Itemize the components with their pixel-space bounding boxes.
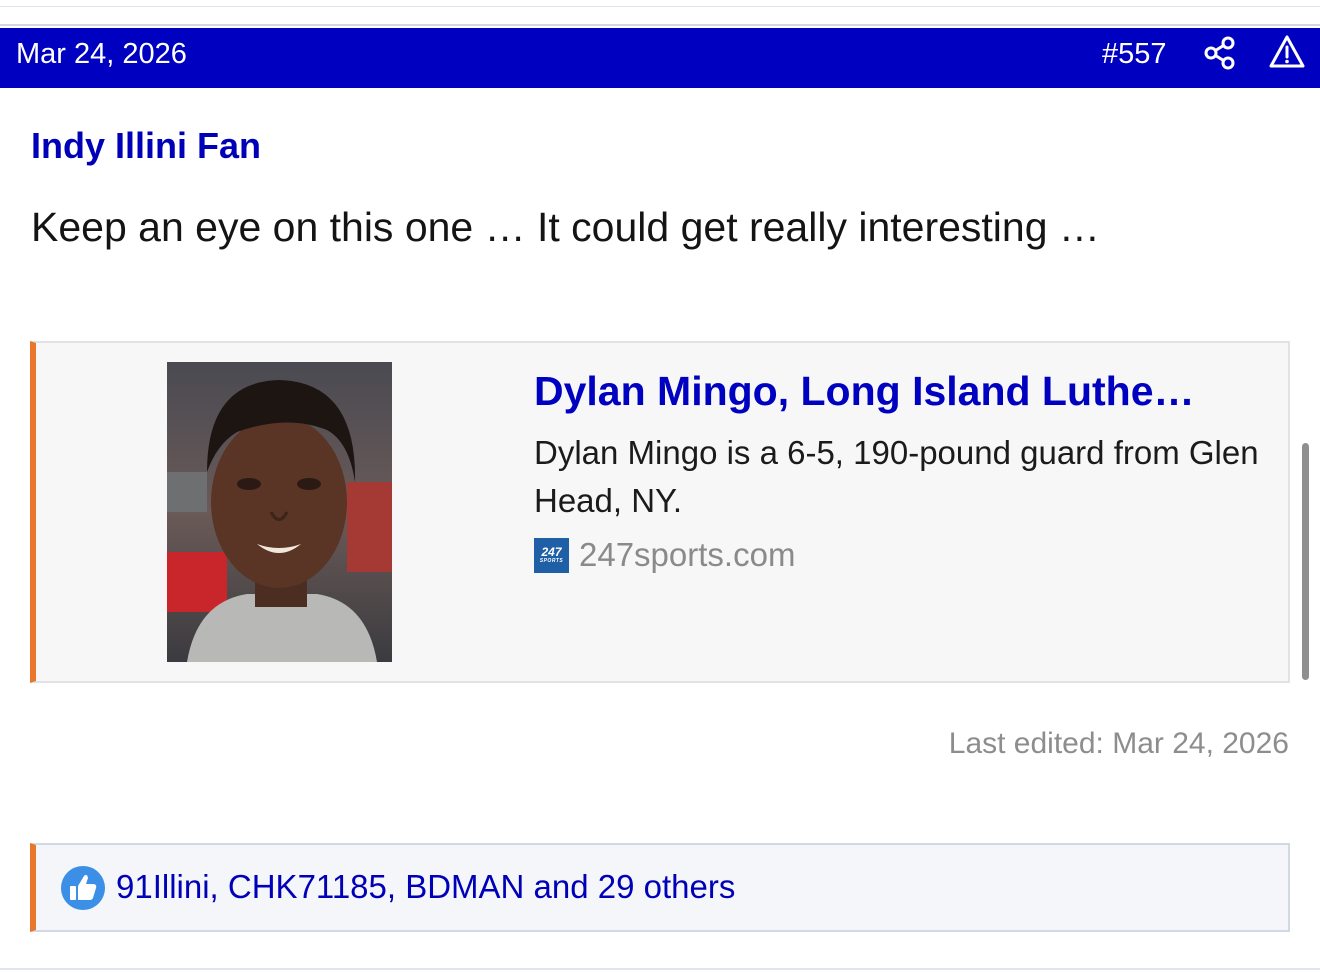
report-warning-icon[interactable] <box>1268 34 1306 70</box>
post-date-link[interactable]: Mar 24, 2026 <box>16 38 187 70</box>
post-header-bar: Mar 24, 2026 #557 <box>0 28 1320 88</box>
divider <box>0 6 1320 7</box>
player-photo[interactable] <box>167 362 392 662</box>
post-number-link[interactable]: #557 <box>1102 38 1167 70</box>
preview-title-link[interactable]: Dylan Mingo, Long Island Luthe… <box>534 367 1264 415</box>
scrollbar-thumb[interactable] <box>1302 443 1309 680</box>
thumbs-up-icon <box>61 866 105 910</box>
favicon-text: 247 <box>541 545 562 559</box>
author-username[interactable]: Indy Illini Fan <box>31 126 261 166</box>
previous-post-edge <box>0 0 1320 26</box>
link-preview-card[interactable]: Dylan Mingo, Long Island Luthe… Dylan Mi… <box>30 341 1290 683</box>
247sports-favicon-icon: 247 SPORTS <box>534 537 569 573</box>
divider <box>0 968 1320 970</box>
reactions-users-link[interactable]: 91Illini, CHK71185, BDMAN and 29 others <box>116 867 735 907</box>
preview-source-domain: 247sports.com <box>579 536 796 573</box>
preview-description: Dylan Mingo is a 6-5, 190-pound guard fr… <box>534 434 1259 519</box>
post-message: Keep an eye on this one … It could get r… <box>31 204 1100 250</box>
reactions-bar[interactable]: 91Illini, CHK71185, BDMAN and 29 others <box>30 843 1290 932</box>
last-edited-note: Last edited: Mar 24, 2026 <box>948 727 1289 760</box>
preview-source[interactable]: 247 SPORTS 247sports.com <box>534 535 795 575</box>
favicon-subtext: SPORTS <box>539 558 564 564</box>
share-icon[interactable] <box>1204 36 1236 70</box>
